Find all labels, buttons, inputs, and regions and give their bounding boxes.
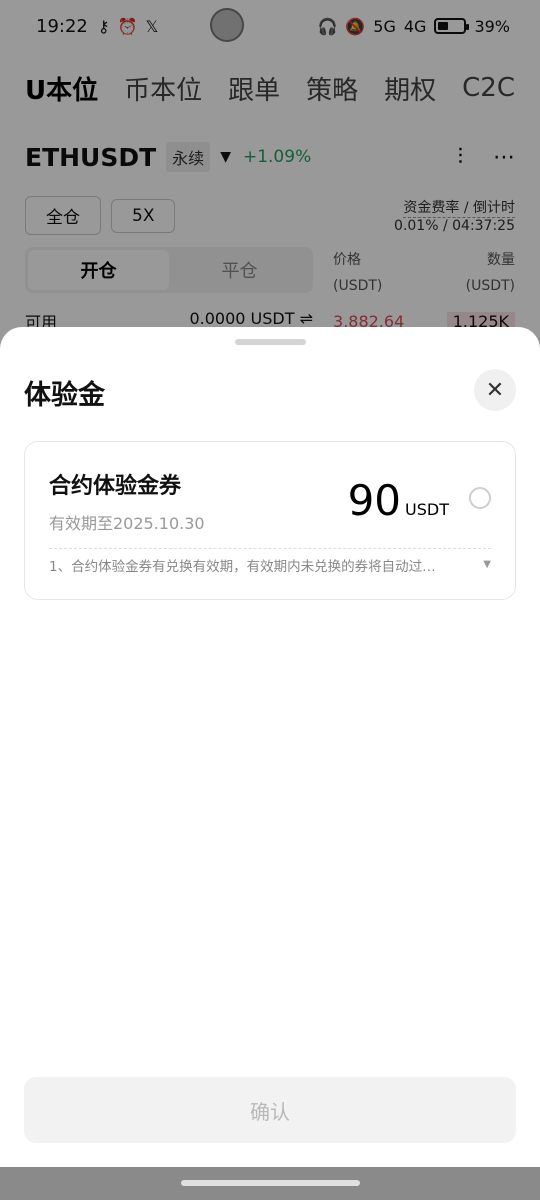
sheet-title: 体验金	[24, 380, 105, 411]
voucher-amount: 90 USDT	[348, 476, 449, 525]
trial-fund-sheet: 体验金 ✕ 合约体验金券 有效期至2025.10.30 90 USDT 1、合约…	[0, 327, 540, 1167]
close-button[interactable]: ✕	[474, 369, 516, 411]
voucher-title: 合约体验金券	[49, 474, 182, 499]
confirm-button[interactable]: 确认	[24, 1077, 516, 1143]
home-gesture-bar[interactable]	[181, 1180, 360, 1186]
system-nav-bar	[0, 1167, 540, 1200]
voucher-terms: 1、合约体验金券有兑换有效期，有效期内未兑换的券将自动过…	[49, 559, 436, 575]
close-icon: ✕	[485, 377, 505, 403]
voucher-amount-unit: USDT	[405, 500, 449, 519]
voucher-select-radio[interactable]	[469, 487, 491, 509]
expand-caret-icon[interactable]: ▼	[483, 559, 491, 570]
card-divider	[49, 548, 491, 549]
drag-handle[interactable]	[235, 339, 306, 345]
voucher-validity: 有效期至2025.10.30	[49, 514, 205, 533]
voucher-card[interactable]: 合约体验金券 有效期至2025.10.30 90 USDT 1、合约体验金券有兑…	[24, 441, 516, 600]
voucher-amount-value: 90	[347, 476, 402, 525]
